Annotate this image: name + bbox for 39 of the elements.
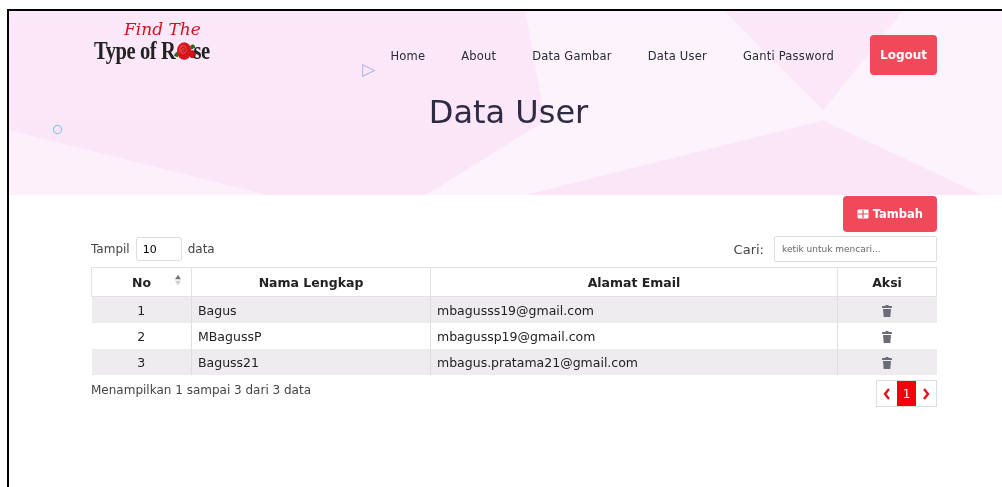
delete-icon[interactable] bbox=[882, 357, 893, 369]
column-header[interactable]: No bbox=[91, 267, 192, 297]
nav-link[interactable]: Data Gambar bbox=[532, 48, 612, 63]
delete-icon[interactable] bbox=[882, 331, 893, 343]
length-label: data bbox=[187, 242, 215, 256]
triangle-icon bbox=[361, 63, 376, 78]
table-cell: mbagus.pratama21@gmail.com bbox=[430, 349, 838, 375]
nav-link[interactable]: About bbox=[461, 48, 497, 63]
logout-button[interactable]: Logout bbox=[870, 35, 937, 75]
add-button[interactable]: Tambah bbox=[842, 196, 937, 232]
column-header[interactable]: Nama Lengkap bbox=[191, 267, 431, 297]
table-cell: 1 bbox=[91, 296, 192, 323]
delete-icon[interactable] bbox=[882, 305, 893, 317]
table-cell: Baguss21 bbox=[191, 349, 431, 375]
table-cell: mbagussp19@gmail.com bbox=[430, 323, 838, 349]
page-title: Data User bbox=[427, 93, 590, 131]
search-label: Cari: bbox=[733, 241, 764, 257]
table-cell: Bagus bbox=[191, 296, 431, 323]
logo-script-text: Find The bbox=[124, 21, 202, 38]
chevron-left-icon bbox=[883, 387, 891, 400]
circle-icon bbox=[52, 124, 63, 135]
table-cell: mbagusss19@gmail.com bbox=[430, 296, 838, 323]
table-icon bbox=[856, 209, 869, 219]
nav-link[interactable]: Ganti Password bbox=[742, 48, 834, 63]
column-header[interactable]: Aksi bbox=[837, 267, 937, 297]
nav-link[interactable]: Data User bbox=[647, 48, 707, 63]
page-size-field[interactable]: 10 bbox=[135, 237, 182, 261]
column-header[interactable]: Alamat Email bbox=[430, 267, 838, 297]
nav-link[interactable]: Home bbox=[390, 48, 426, 63]
page-button[interactable]: 1 bbox=[897, 381, 916, 406]
chevron-right-icon bbox=[922, 387, 930, 400]
table-cell: 2 bbox=[91, 323, 192, 349]
length-label: Tampil bbox=[91, 242, 130, 256]
table-cell: MBagussP bbox=[191, 323, 431, 349]
search-field[interactable]: ketik untuk mencari... bbox=[774, 236, 937, 262]
table-cell: 3 bbox=[91, 349, 192, 375]
logo-text: se bbox=[193, 38, 210, 64]
logo-text: Type of R bbox=[94, 38, 176, 64]
table-info-text: Menampilkan 1 sampai 3 dari 3 data bbox=[91, 383, 312, 397]
